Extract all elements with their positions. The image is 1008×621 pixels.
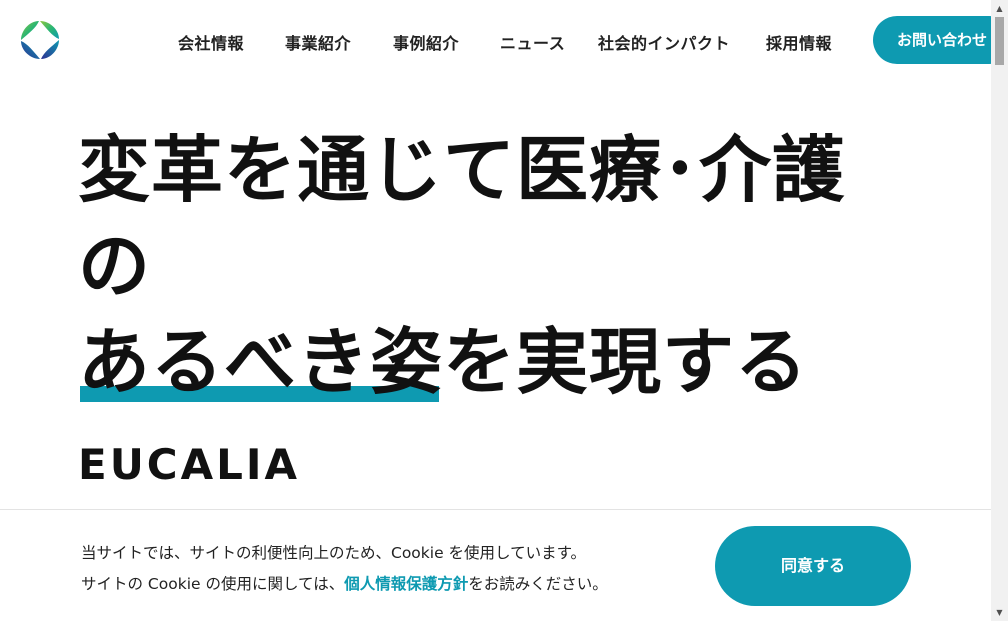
- scrollbar-thumb[interactable]: [995, 17, 1004, 65]
- cookie-message: 当サイトでは、サイトの利便性向上のため、Cookie を使用しています。 サイト…: [81, 538, 608, 600]
- privacy-policy-link[interactable]: 個人情報保護方針: [344, 575, 468, 593]
- hero-highlight-text: あるべき姿: [78, 314, 443, 410]
- site-header: 会社情報 事業紹介 事例紹介 ニュース 社会的インパクト 採用情報 お問い合わせ: [0, 0, 1008, 80]
- nav-social-impact[interactable]: 社会的インパクト: [598, 30, 730, 54]
- hero-heading-line-1: 変革を通じて医療･介護: [78, 128, 846, 212]
- cookie-message-line-1: 当サイトでは、サイトの利便性向上のため、Cookie を使用しています。: [81, 544, 587, 562]
- scroll-down-arrow-icon[interactable]: ▼: [991, 604, 1008, 621]
- nav-company[interactable]: 会社情報: [178, 30, 244, 54]
- nav-business[interactable]: 事業紹介: [285, 30, 351, 54]
- cookie-message-line-2: サイトの Cookie の使用に関しては、個人情報保護方針をお読みください。: [81, 569, 608, 600]
- hero-heading-line-3: あるべき姿を実現する: [78, 314, 845, 410]
- hero-section: 変革を通じて医療･介護 の あるべき姿を実現する: [78, 122, 845, 410]
- cookie-text-post: をお読みください。: [468, 575, 608, 593]
- eucalia-logo-icon[interactable]: [19, 19, 61, 61]
- hero-heading-rest: を実現する: [443, 320, 809, 404]
- nav-news[interactable]: ニュース: [500, 30, 565, 54]
- page-scrollbar[interactable]: ▲ ▼: [991, 0, 1008, 621]
- cookie-banner: 当サイトでは、サイトの利便性向上のため、Cookie を使用しています。 サイト…: [0, 509, 991, 621]
- hero-heading-line-2: の: [78, 224, 152, 308]
- scroll-up-arrow-icon[interactable]: ▲: [991, 0, 1008, 17]
- nav-recruit[interactable]: 採用情報: [766, 30, 832, 54]
- cookie-agree-button[interactable]: 同意する: [715, 526, 911, 606]
- cookie-text-pre: サイトの Cookie の使用に関しては、: [81, 575, 345, 593]
- contact-button[interactable]: お問い合わせ: [873, 16, 1008, 64]
- nav-cases[interactable]: 事例紹介: [393, 30, 459, 54]
- brand-name: EUCALIA: [78, 440, 301, 489]
